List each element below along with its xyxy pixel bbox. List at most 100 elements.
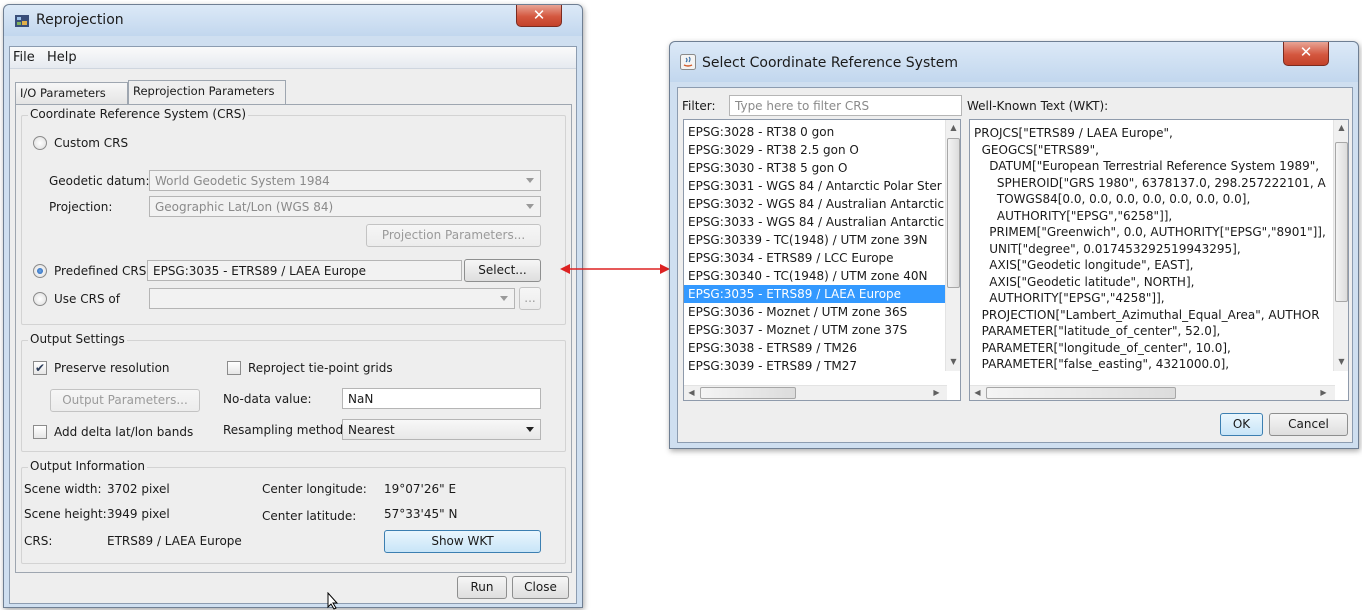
show-wkt-button[interactable]: Show WKT — [384, 530, 541, 553]
crs-info-label: CRS: — [24, 534, 53, 548]
crs-list-item[interactable]: EPSG:3031 - WGS 84 / Antarctic Polar Ste… — [684, 177, 947, 195]
app-icon — [15, 15, 29, 27]
mouse-cursor-icon — [327, 592, 339, 610]
crs-list-item[interactable]: EPSG:3039 - ETRS89 / TM27 — [684, 357, 947, 375]
tab-io-parameters[interactable]: I/O Parameters — [15, 82, 128, 104]
scroll-down-icon[interactable]: ▼ — [946, 357, 960, 366]
scroll-right-icon[interactable]: ▶ — [1316, 388, 1331, 397]
filter-input[interactable]: Type here to filter CRS — [729, 95, 962, 116]
predefined-crs-radio[interactable] — [33, 264, 47, 278]
scroll-left-icon[interactable]: ◀ — [970, 388, 985, 397]
check-icon: ✔ — [34, 361, 46, 375]
scroll-up-icon[interactable]: ▲ — [1334, 123, 1348, 132]
ok-button[interactable]: OK — [1220, 413, 1263, 436]
crs-list-item[interactable]: EPSG:3033 - WGS 84 / Australian Antarcti… — [684, 213, 947, 231]
crs-group-title: Coordinate Reference System (CRS) — [28, 107, 249, 121]
custom-crs-radio[interactable] — [33, 136, 47, 150]
select-crs-button[interactable]: Select... — [464, 259, 541, 282]
wkt-line: AXIS["Geodetic longitude", EAST], — [974, 258, 1194, 272]
crs-list-item[interactable]: EPSG:3036 - Moznet / UTM zone 36S — [684, 303, 947, 321]
crs-list[interactable]: EPSG:3028 - RT38 0 gon EPSG:3029 - RT38 2… — [683, 119, 961, 401]
center-longitude-label: Center longitude: — [262, 482, 367, 496]
crs-list-scroll-thumb[interactable] — [947, 138, 960, 288]
wkt-line: PRIMEM["Greenwich", 0.0, AUTHORITY["EPSG… — [974, 225, 1326, 239]
use-crs-of-radio[interactable] — [33, 292, 47, 306]
wkt-line: PARAMETER["false_easting", 4321000.0], — [974, 357, 1230, 371]
wkt-line: PARAMETER["latitude_of_center", 52.0], — [974, 324, 1221, 338]
projection-select[interactable]: Geographic Lat/Lon (WGS 84) — [149, 196, 541, 217]
add-delta-label: Add delta lat/lon bands — [54, 425, 194, 439]
scroll-right-icon[interactable]: ▶ — [929, 388, 944, 397]
wkt-line: PROJCS["ETRS89 / LAEA Europe", — [974, 126, 1173, 140]
custom-crs-label: Custom CRS — [54, 136, 129, 150]
wkt-line: DATUM["European Terrestrial Reference Sy… — [974, 159, 1320, 173]
cancel-button[interactable]: Cancel — [1269, 413, 1348, 436]
geodetic-datum-select[interactable]: World Geodetic System 1984 — [149, 170, 541, 191]
predefined-crs-value: EPSG:3035 - ETRS89 / LAEA Europe — [153, 264, 367, 278]
menu-file[interactable]: File — [13, 50, 35, 65]
output-settings-group: Output Settings ✔ Preserve resolution Re… — [21, 332, 566, 452]
wkt-line: PARAMETER["longitude_of_center", 10.0], — [974, 340, 1231, 355]
center-longitude-value: 19°07'26" E — [384, 482, 457, 496]
wkt-hscroll-thumb[interactable] — [986, 387, 1176, 399]
scene-width-label: Scene width: — [24, 482, 102, 496]
crs-list-item[interactable]: EPSG:30339 - TC(1948) / UTM zone 39N — [684, 231, 947, 249]
crs-list-item[interactable]: EPSG:3038 - ETRS89 / TM26 — [684, 339, 947, 357]
crs-list-item[interactable]: EPSG:3029 - RT38 2.5 gon O — [684, 141, 947, 159]
use-crs-of-select[interactable] — [149, 288, 515, 309]
filter-placeholder: Type here to filter CRS — [735, 99, 870, 113]
crs-list-item[interactable]: EPSG:3037 - Moznet / UTM zone 37S — [684, 321, 947, 339]
use-crs-of-label: Use CRS of — [54, 292, 120, 306]
nodata-value: NaN — [348, 392, 374, 406]
crs-list-item[interactable]: EPSG:3034 - ETRS89 / LCC Europe — [684, 249, 947, 267]
chevron-down-icon — [526, 204, 534, 209]
scroll-left-icon[interactable]: ◀ — [684, 388, 699, 397]
wkt-line: GEOGCS["ETRS89", — [974, 142, 1099, 157]
crs-list-hscroll-thumb[interactable] — [700, 387, 796, 399]
wkt-line: AXIS["Geodetic latitude", NORTH], — [974, 274, 1195, 289]
scroll-up-icon[interactable]: ▲ — [946, 123, 960, 132]
menu-help[interactable]: Help — [47, 50, 77, 65]
output-information-title: Output Information — [28, 459, 147, 473]
projection-parameters-button[interactable]: Projection Parameters... — [366, 224, 541, 247]
select-crs-window: Select Coordinate Reference System ✕ Fil… — [669, 41, 1359, 449]
wkt-hscrollbar[interactable]: ◀ ▶ — [970, 385, 1335, 400]
select-crs-close-button[interactable]: ✕ — [1283, 42, 1329, 66]
center-latitude-value: 57°33'45" N — [384, 507, 458, 521]
scroll-down-icon[interactable]: ▼ — [1334, 357, 1348, 366]
nodata-input[interactable]: NaN — [342, 388, 541, 409]
wkt-scroll-thumb[interactable] — [1335, 142, 1348, 302]
predefined-crs-field: EPSG:3035 - ETRS89 / LAEA Europe — [147, 260, 462, 281]
crs-list-item[interactable]: EPSG:3035 - ETRS89 / LAEA Europe — [684, 285, 947, 303]
projection-label: Projection: — [49, 200, 113, 214]
close-button[interactable]: Close — [512, 576, 569, 599]
crs-list-vscrollbar[interactable]: ▲ ▼ — [945, 120, 960, 371]
connector-arrow — [560, 264, 670, 274]
reproject-tiepoint-checkbox[interactable] — [227, 361, 241, 375]
crs-list-item[interactable]: EPSG:3032 - WGS 84 / Australian Antarcti… — [684, 195, 947, 213]
use-crs-more-button[interactable]: ... — [519, 287, 541, 310]
wkt-text-area[interactable]: PROJCS["ETRS89 / LAEA Europe", GEOGCS["E… — [969, 119, 1349, 401]
reproject-tiepoint-label: Reproject tie-point grids — [248, 361, 393, 375]
crs-list-item[interactable]: EPSG:3028 - RT38 0 gon — [684, 123, 947, 141]
tab-reprojection-parameters[interactable]: Reprojection Parameters — [128, 80, 286, 104]
crs-list-item[interactable]: EPSG:3030 - RT38 5 gon O — [684, 159, 947, 177]
run-button[interactable]: Run — [457, 576, 507, 599]
resampling-select[interactable]: Nearest — [342, 419, 541, 440]
crs-list-item[interactable]: EPSG:30340 - TC(1948) / UTM zone 40N — [684, 267, 947, 285]
close-window-button[interactable]: ✕ — [516, 5, 562, 27]
scene-height-label: Scene height: — [24, 507, 107, 521]
preserve-resolution-checkbox[interactable]: ✔ — [33, 361, 47, 375]
reprojection-titlebar[interactable]: Reprojection ✕ — [4, 5, 582, 36]
window-title: Reprojection — [36, 12, 124, 28]
select-crs-titlebar[interactable]: Select Coordinate Reference System ✕ — [670, 42, 1358, 82]
chevron-down-icon — [526, 427, 534, 432]
output-parameters-button[interactable]: Output Parameters... — [50, 389, 200, 412]
tab-content-panel: Coordinate Reference System (CRS) Custom… — [15, 104, 572, 573]
wkt-line: AUTHORITY["EPSG","4258"]], — [974, 291, 1165, 305]
add-delta-checkbox[interactable] — [33, 425, 47, 439]
java-icon — [680, 54, 696, 70]
reprojection-window: Reprojection ✕ File Help I/O Parameters … — [3, 4, 583, 608]
crs-list-hscrollbar[interactable]: ◀ ▶ — [684, 385, 947, 400]
wkt-vscrollbar[interactable]: ▲ ▼ — [1333, 120, 1348, 371]
